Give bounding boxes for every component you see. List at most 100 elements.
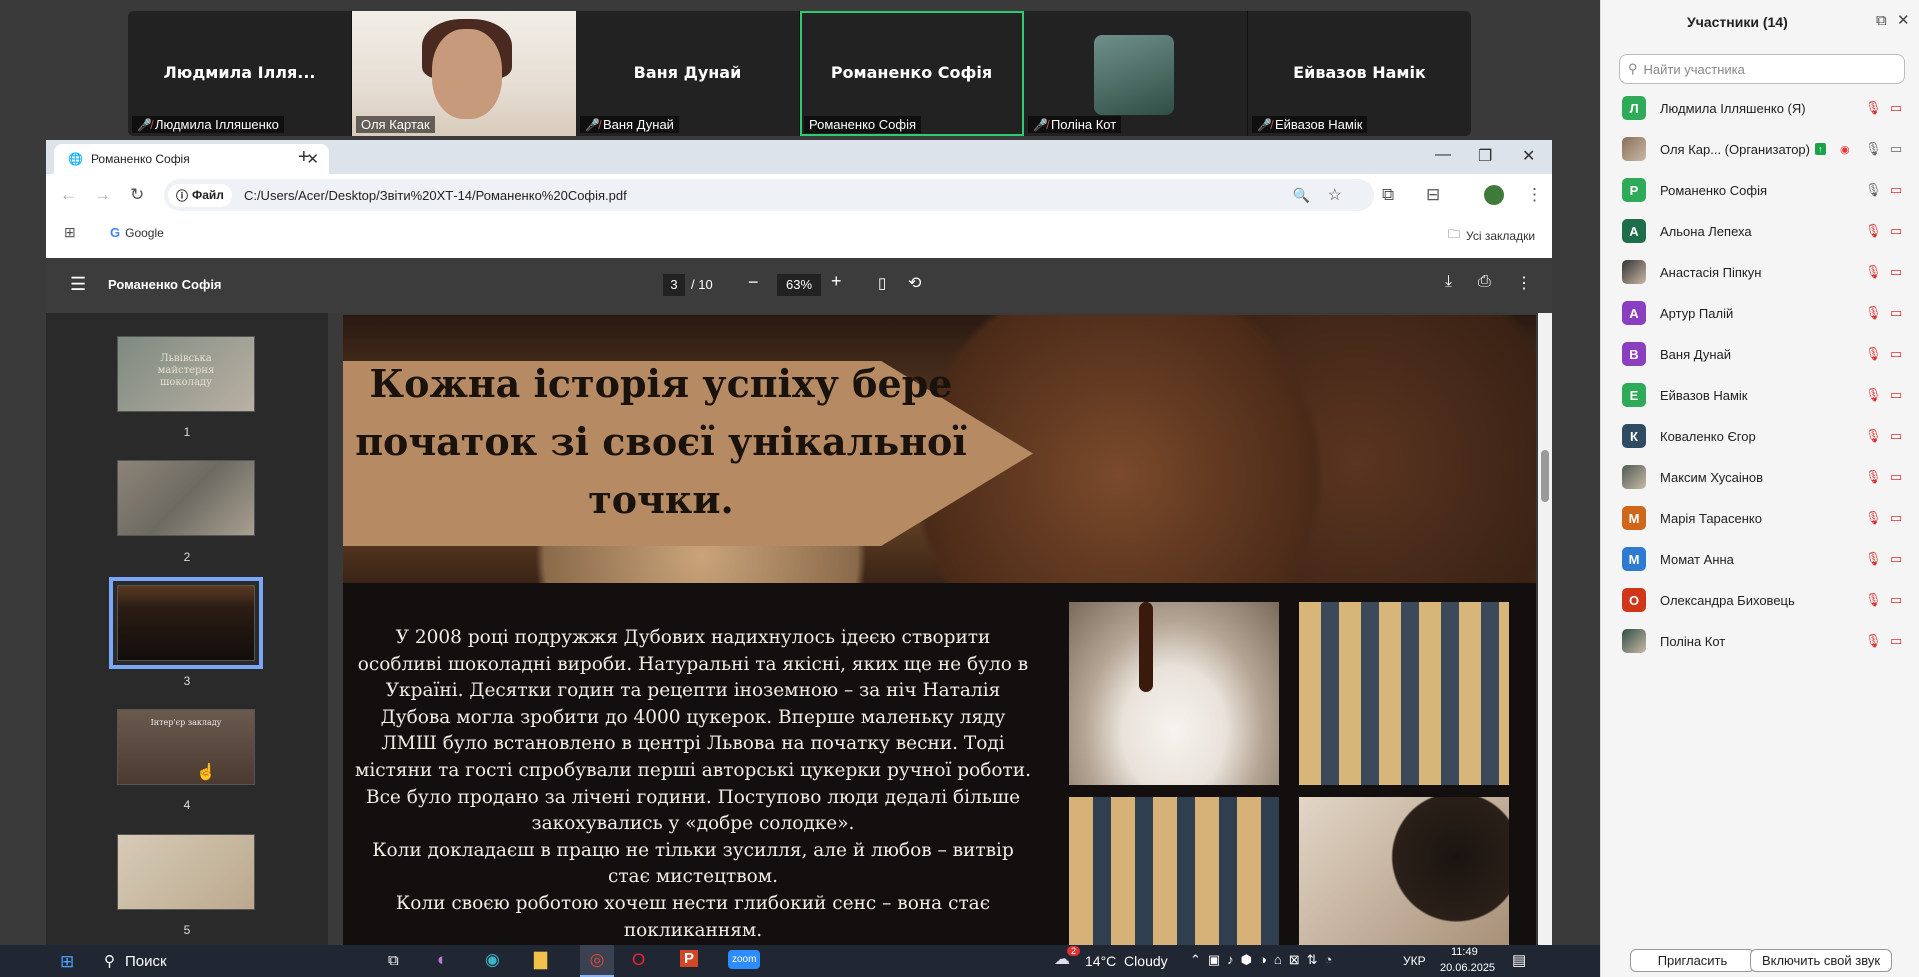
- video-tile[interactable]: Ваня Дунай 🎤̸ Ваня Дунай: [576, 11, 800, 136]
- browser-tab[interactable]: 🌐 Романенко Софія ✕: [54, 144, 329, 174]
- thumbnail-page-1[interactable]: Львівська майстерня шоколаду: [117, 336, 255, 412]
- mic-muted-icon[interactable]: 🎙: [1865, 387, 1882, 403]
- mic-muted-icon[interactable]: 🎙: [1865, 510, 1882, 526]
- participant-row[interactable]: К Коваленко Єгор 🎙 ▭: [1622, 421, 1912, 451]
- profile-avatar[interactable]: [1484, 185, 1504, 205]
- unmute-self-button[interactable]: Включить свой звук: [1750, 949, 1892, 972]
- mic-icon[interactable]: 🎙: [1865, 182, 1882, 198]
- video-off-icon[interactable]: ▭: [1890, 346, 1902, 362]
- close-window-icon[interactable]: ✕: [1522, 146, 1535, 166]
- thumbnail-page-3[interactable]: [109, 577, 263, 669]
- address-bar[interactable]: ⓘ Файл C:/Users/Acer/Desktop/Звіти%20ХТ-1…: [164, 179, 1374, 211]
- close-panel-icon[interactable]: ✕: [1897, 11, 1910, 29]
- mic-muted-icon[interactable]: 🎙: [1865, 223, 1882, 239]
- maximize-icon[interactable]: ❐: [1478, 146, 1492, 166]
- minimize-icon[interactable]: —: [1435, 146, 1451, 164]
- mic-muted-icon[interactable]: 🎙: [1865, 305, 1882, 321]
- mic-muted-icon[interactable]: 🎙: [1865, 428, 1882, 444]
- mic-muted-icon[interactable]: 🎙: [1865, 633, 1882, 649]
- mic-muted-icon[interactable]: 🎙: [1865, 100, 1882, 116]
- mic-muted-icon[interactable]: 🎙: [1865, 592, 1882, 608]
- participant-row[interactable]: Максим Хусаінов 🎙 ▭: [1622, 462, 1912, 492]
- fit-page-icon[interactable]: ▯: [878, 274, 886, 292]
- task-view-icon[interactable]: ⧉: [388, 952, 399, 969]
- invite-button[interactable]: Пригласить: [1630, 949, 1755, 972]
- popout-icon[interactable]: ⧉: [1876, 12, 1887, 29]
- zoom-out-icon[interactable]: −: [748, 272, 759, 293]
- video-off-icon[interactable]: ▭: [1890, 223, 1902, 239]
- site-info-chip[interactable]: ⓘ Файл: [168, 183, 232, 207]
- mic-muted-icon[interactable]: 🎙: [1865, 264, 1882, 280]
- zoom-level[interactable]: 63%: [777, 274, 821, 296]
- participant-row[interactable]: А Артур Палій 🎙 ▭: [1622, 298, 1912, 328]
- clock-date[interactable]: 20.06.2025: [1440, 962, 1495, 974]
- menu-kebab-icon[interactable]: ⋮: [1526, 185, 1543, 205]
- mic-muted-icon[interactable]: 🎙: [1865, 551, 1882, 567]
- video-off-icon[interactable]: ▭: [1890, 182, 1902, 198]
- clock-time[interactable]: 11:49: [1451, 946, 1478, 958]
- mic-muted-icon[interactable]: 🎙: [1865, 469, 1882, 485]
- pdf-more-icon[interactable]: ⋮: [1516, 273, 1532, 293]
- print-icon[interactable]: ⎙: [1478, 273, 1491, 291]
- participant-row[interactable]: О Олександра Биховець 🎙 ▭: [1622, 585, 1912, 615]
- thumbnail-page-5[interactable]: [117, 834, 255, 910]
- video-off-icon[interactable]: ▭: [1890, 510, 1902, 526]
- sidebar-menu-icon[interactable]: ☰: [70, 274, 86, 295]
- rotate-icon[interactable]: ⟲: [908, 273, 921, 293]
- participant-row[interactable]: Р Романенко Софія 🎙 ▭: [1622, 175, 1912, 205]
- pdf-scrollbar[interactable]: [1538, 313, 1552, 945]
- zoom-in-icon[interactable]: +: [831, 271, 842, 292]
- new-tab-icon[interactable]: +: [298, 146, 310, 169]
- forward-icon[interactable]: →: [94, 185, 111, 205]
- participant-row[interactable]: Л Людмила Ілляшенко (Я) 🎙 ▭: [1622, 93, 1912, 123]
- mic-muted-icon[interactable]: 🎙: [1865, 346, 1882, 362]
- copilot-icon[interactable]: ◐: [437, 950, 447, 970]
- video-tile[interactable]: Романенко Софія Романенко Софія: [800, 11, 1024, 136]
- video-off-icon[interactable]: ▭: [1890, 387, 1902, 403]
- tray-icons[interactable]: ⌃▣♪⬢◑⌂⊠⇅◔: [1190, 952, 1339, 968]
- participant-row[interactable]: Поліна Кот 🎙 ▭: [1622, 626, 1912, 656]
- apps-grid-icon[interactable]: ⊞: [64, 224, 76, 241]
- participant-row[interactable]: Е Ейвазов Намік 🎙 ▭: [1622, 380, 1912, 410]
- page-input[interactable]: 3: [663, 274, 685, 296]
- video-icon[interactable]: ▭: [1890, 141, 1902, 157]
- star-icon[interactable]: ☆: [1328, 185, 1342, 205]
- participant-row[interactable]: М Момат Анна 🎙 ▭: [1622, 544, 1912, 574]
- participant-row[interactable]: В Ваня Дунай 🎙 ▭: [1622, 339, 1912, 369]
- extensions-icon[interactable]: ⧉: [1382, 185, 1394, 205]
- back-icon[interactable]: ←: [60, 185, 77, 205]
- weather-text[interactable]: 14°C Cloudy: [1085, 953, 1168, 969]
- video-off-icon[interactable]: ▭: [1890, 551, 1902, 567]
- mic-icon[interactable]: 🎙: [1865, 141, 1882, 157]
- file-explorer-icon[interactable]: ▇: [534, 950, 547, 970]
- edge-icon[interactable]: ◉: [485, 950, 500, 970]
- notification-icon[interactable]: ▤: [1512, 951, 1526, 969]
- all-bookmarks[interactable]: 🗀 Усі закладки: [1448, 225, 1535, 246]
- google-bookmark[interactable]: G Google: [110, 225, 164, 240]
- video-tile[interactable]: Ейвазов Намік 🎤̸ Ейвазов Намік: [1248, 11, 1471, 136]
- video-tile[interactable]: 🎤̸ Поліна Кот: [1024, 11, 1248, 136]
- thumbnail-page-2[interactable]: [117, 460, 255, 536]
- taskbar-search[interactable]: ⚲ Поиск: [104, 952, 167, 971]
- video-off-icon[interactable]: ▭: [1890, 305, 1902, 321]
- chrome-icon[interactable]: ◎: [580, 945, 614, 977]
- video-off-icon[interactable]: ▭: [1890, 100, 1902, 116]
- video-tile[interactable]: Людмила Ілля... 🎤̸ Людмила Ілляшенко: [128, 11, 352, 136]
- opera-icon[interactable]: O: [632, 950, 645, 970]
- video-off-icon[interactable]: ▭: [1890, 428, 1902, 444]
- tab-search-icon[interactable]: ⊟: [1426, 185, 1440, 205]
- participant-row[interactable]: Оля Кар... (Организатор) ↑ ◉ 🎙 ▭: [1622, 134, 1912, 164]
- zoom-icon[interactable]: zoom: [728, 950, 761, 969]
- pdf-scroll-thumb[interactable]: [1541, 450, 1549, 502]
- participant-row[interactable]: М Марія Тарасенко 🎙 ▭: [1622, 503, 1912, 533]
- participant-row[interactable]: Анастасія Піпкун 🎙 ▭: [1622, 257, 1912, 287]
- language-indicator[interactable]: УКР: [1403, 954, 1426, 968]
- video-tile[interactable]: Оля Картак: [352, 11, 576, 136]
- windows-start-icon[interactable]: ⊞: [60, 952, 74, 972]
- download-icon[interactable]: ⤓: [1445, 273, 1452, 291]
- video-off-icon[interactable]: ▭: [1890, 633, 1902, 649]
- thumbnail-page-4[interactable]: Інтер'єр закладу: [117, 709, 255, 785]
- video-off-icon[interactable]: ▭: [1890, 469, 1902, 485]
- zoom-icon[interactable]: 🔍: [1293, 187, 1310, 204]
- reload-icon[interactable]: ↻: [130, 185, 144, 205]
